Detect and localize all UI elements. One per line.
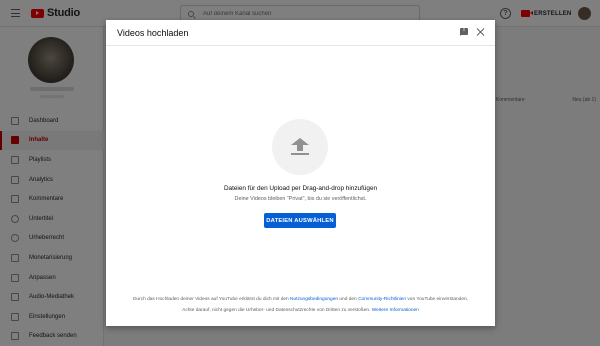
terms-text-pre: Durch das Hochladen deiner Videos auf Yo… bbox=[132, 297, 291, 302]
upload-drop-zone[interactable] bbox=[272, 119, 328, 175]
copyright-text: Achte darauf, nicht gegen die Urheber- u… bbox=[182, 308, 372, 313]
drag-drop-instruction: Dateien für den Upload per Drag-and-drop… bbox=[223, 185, 378, 192]
copyright-notice: Achte darauf, nicht gegen die Urheber- u… bbox=[106, 308, 495, 313]
community-guidelines-link[interactable]: Community-Richtlinien bbox=[358, 297, 406, 302]
terms-of-service-link[interactable]: Nutzungsbedingungen bbox=[290, 297, 338, 302]
dialog-header: Videos hochladen bbox=[106, 20, 495, 46]
terms-notice: Durch das Hochladen deiner Videos auf Yo… bbox=[106, 297, 495, 302]
learn-more-link[interactable]: Weitere Informationen bbox=[372, 308, 419, 313]
select-files-button[interactable]: DATEIEN AUSWÄHLEN bbox=[264, 213, 336, 228]
dialog-title: Videos hochladen bbox=[117, 28, 189, 38]
upload-dialog: Videos hochladen Dateien für den Upload … bbox=[106, 20, 495, 326]
feedback-icon[interactable] bbox=[460, 27, 469, 37]
privacy-note: Deine Videos bleiben "Privat", bis du si… bbox=[234, 196, 367, 202]
terms-text-post: von YouTube einverstanden. bbox=[406, 297, 469, 302]
close-icon[interactable] bbox=[475, 27, 485, 37]
terms-text-mid: und den bbox=[338, 297, 359, 302]
upload-arrow-icon bbox=[291, 138, 309, 145]
